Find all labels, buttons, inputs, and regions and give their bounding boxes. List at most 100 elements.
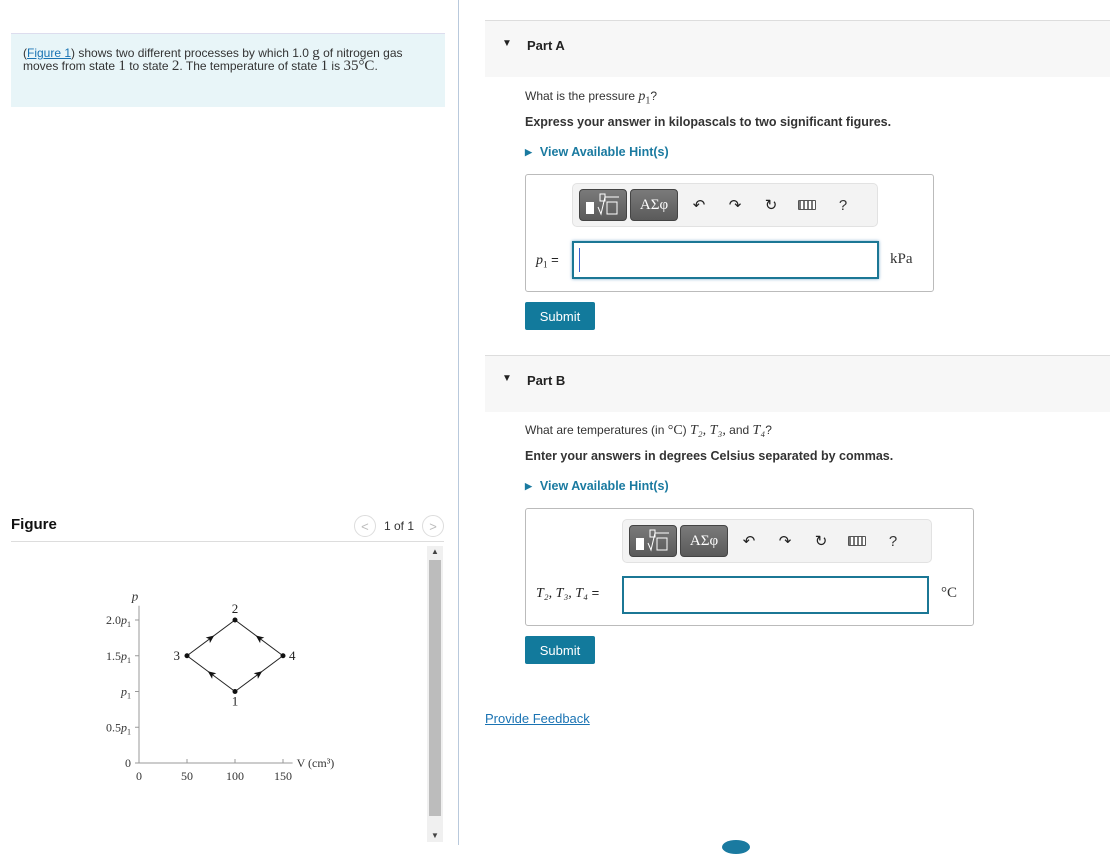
state-point	[280, 653, 286, 659]
part-a-question: What is the pressure p1?	[525, 89, 657, 106]
intro-text: .	[374, 59, 378, 73]
question-text: What is the pressure	[525, 89, 639, 103]
scroll-up-icon[interactable]: ▲	[427, 546, 443, 558]
direction-arrow	[205, 635, 215, 644]
figure-scrollbar[interactable]: ▲ ▼	[427, 546, 443, 842]
math-toolbar: ΑΣφ ↶ ↷ ↻ ?	[572, 183, 878, 227]
question-var: T₄	[752, 423, 766, 438]
question-text: and	[725, 423, 753, 437]
templates-button[interactable]	[629, 525, 677, 557]
state-point	[232, 617, 238, 623]
hint-label: View Available Hint(s)	[539, 145, 669, 159]
question-vars: T₂, T₃,	[690, 423, 726, 438]
state-point	[184, 653, 190, 659]
undo-icon[interactable]: ↶	[681, 196, 717, 214]
part-b-header[interactable]: ▼ Part B	[485, 355, 1110, 412]
intro-text: . The temperature of state	[179, 59, 321, 73]
part-b-question: What are temperatures (in °C) T₂, T₃, an…	[525, 423, 772, 439]
temperatures-answer-input[interactable]	[622, 576, 929, 614]
chevron-right-icon: >	[429, 518, 437, 534]
undo-icon[interactable]: ↶	[731, 532, 767, 550]
x-tick-label: 0	[136, 769, 142, 783]
help-icon[interactable]: ?	[875, 533, 911, 550]
part-b-instruction: Enter your answers in degrees Celsius se…	[525, 449, 894, 463]
help-icon[interactable]: ?	[825, 197, 861, 214]
collapse-triangle-icon: ▼	[502, 373, 512, 384]
left-panel: (Figure 1) shows two different processes…	[0, 0, 458, 845]
direction-arrow	[255, 635, 265, 644]
y-tick-label: 0.5p1	[106, 720, 131, 736]
intro-temp: 35°C	[343, 58, 375, 74]
intro-state: 1	[320, 58, 329, 74]
reset-icon[interactable]: ↻	[803, 532, 839, 550]
x-tick-label: 150	[274, 769, 292, 783]
templates-icon	[636, 529, 669, 552]
part-b-field-label: T₂, T₃, T₄ =	[536, 585, 599, 602]
keyboard-icon[interactable]	[789, 197, 825, 214]
state-label: 1	[232, 694, 239, 709]
intro-text: is	[328, 59, 344, 73]
next-figure-button[interactable]: >	[422, 515, 444, 537]
chevron-left-icon: <	[361, 518, 369, 534]
part-b-hint-toggle[interactable]: ▶ View Available Hint(s)	[525, 479, 669, 493]
direction-arrow	[207, 671, 217, 679]
y-tick-label: 1.5p1	[106, 649, 131, 665]
math-toolbar: ΑΣφ ↶ ↷ ↻ ?	[622, 519, 932, 563]
expand-triangle-icon: ▶	[525, 146, 532, 157]
keyboard-icon[interactable]	[839, 533, 875, 550]
provide-feedback-link[interactable]: Provide Feedback	[485, 711, 590, 726]
text-caret	[579, 248, 580, 272]
intro-text: ) shows two different processes by which…	[71, 46, 313, 60]
x-tick-label: 50	[181, 769, 193, 783]
right-panel: ▼ Part A What is the pressure p1? Expres…	[485, 0, 1110, 854]
greek-symbols-button[interactable]: ΑΣφ	[630, 189, 678, 221]
part-a-unit: kPa	[890, 251, 913, 267]
redo-icon[interactable]: ↷	[717, 196, 753, 214]
panel-divider[interactable]	[458, 0, 459, 845]
part-a-field-label: p1 =	[536, 252, 559, 270]
expand-triangle-icon: ▶	[525, 480, 532, 491]
question-text: What are temperatures (in	[525, 423, 668, 437]
reset-icon[interactable]: ↻	[753, 196, 789, 214]
collapse-triangle-icon: ▼	[502, 38, 512, 49]
state-label: 4	[289, 648, 296, 663]
x-tick-label: 100	[226, 769, 244, 783]
figure-title: Figure	[11, 516, 57, 533]
figure-header: Figure < 1 of 1 >	[11, 512, 444, 542]
y-axis-label: p	[131, 589, 139, 604]
label-eq: =	[547, 252, 559, 267]
x-axis-label: V (cm³)	[297, 756, 335, 770]
figure-link[interactable]: Figure 1	[27, 46, 71, 60]
label-eq: =	[587, 585, 600, 600]
part-b-title: Part B	[527, 373, 566, 388]
part-a-hint-toggle[interactable]: ▶ View Available Hint(s)	[525, 145, 669, 159]
direction-arrow	[253, 671, 263, 679]
greek-symbols-button[interactable]: ΑΣφ	[680, 525, 728, 557]
question-text: ?	[650, 89, 658, 103]
y-tick-label: 0	[125, 756, 131, 770]
scroll-thumb[interactable]	[429, 560, 441, 816]
question-unit: °C	[667, 423, 683, 438]
y-tick-label: p1	[120, 685, 131, 701]
problem-intro: (Figure 1) shows two different processes…	[11, 33, 445, 107]
p1-answer-input[interactable]	[572, 241, 879, 279]
scroll-down-icon[interactable]: ▼	[427, 830, 443, 842]
part-a-instruction: Express your answer in kilopascals to tw…	[525, 115, 892, 129]
templates-button[interactable]	[579, 189, 627, 221]
part-a-submit-button[interactable]: Submit	[525, 302, 595, 330]
y-tick-label: 2.0p1	[106, 613, 131, 629]
pv-diagram: 0 50 100 150 0 0.5p1 p1 1.5p1 2.0p1p V (cm³) 1 2 3 4	[106, 589, 335, 783]
templates-icon	[586, 193, 619, 216]
intro-text: to state	[125, 59, 172, 73]
state-label: 2	[232, 601, 239, 616]
part-b-submit-button[interactable]: Submit	[525, 636, 595, 664]
part-a-title: Part A	[527, 38, 565, 53]
part-a-answer-box: ΑΣφ ↶ ↷ ↻ ? p1 = kPa	[525, 174, 934, 292]
help-widget[interactable]	[722, 840, 750, 854]
part-b-answer-box: ΑΣφ ↶ ↷ ↻ ? T₂, T₃, T₄ = °C	[525, 508, 974, 626]
hint-label: View Available Hint(s)	[539, 479, 669, 493]
redo-icon[interactable]: ↷	[767, 532, 803, 550]
prev-figure-button[interactable]: <	[353, 515, 376, 537]
question-text: )	[682, 423, 691, 437]
part-a-header[interactable]: ▼ Part A	[485, 20, 1110, 77]
